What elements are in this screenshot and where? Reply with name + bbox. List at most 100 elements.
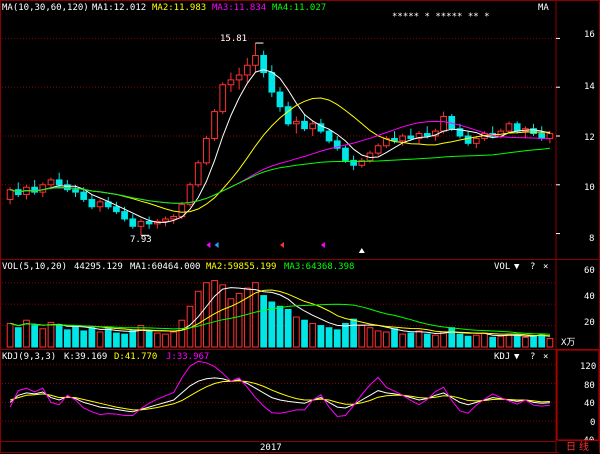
volume-bar [88,327,96,348]
candle-body [325,130,333,142]
volume-bar [358,325,366,348]
volume-bar [178,319,186,348]
price-tick: 12 [584,133,595,143]
ma4-value: MA4:11.027 [272,3,327,13]
volume-bar [170,331,178,348]
candle-body [292,120,300,125]
candle-body [374,145,382,154]
high-price-label: 15.81 [220,34,248,44]
volume-bar [513,334,521,348]
candle-body [472,137,480,144]
candle-body [121,211,128,220]
candle-body [194,162,202,186]
kdj-tick: 0 [590,418,596,428]
candle-body [170,216,178,220]
candle-body [6,189,14,200]
vol-unit-label: X万 [561,338,576,348]
volume-bar [407,332,415,348]
volume-bar [145,330,153,348]
kdj-j-line [9,360,550,418]
volume-bar [440,331,447,348]
volume-bar [47,321,55,348]
candle-body [72,189,79,193]
volume-bar [415,330,423,348]
ma4-line [9,147,550,204]
vol-help-button[interactable]: ? [530,262,535,273]
kdj-close-button[interactable]: × [543,352,548,363]
vol-tick: 20 [584,318,595,328]
signal-arrow [320,242,325,248]
candle-body [145,220,153,225]
volume-bar [162,333,169,348]
kdj-d-line [9,380,550,411]
kdj-help-button[interactable]: ? [530,352,535,363]
candle-body [47,179,55,186]
candle-body [252,54,259,66]
candle-body [88,198,96,208]
signal-arrow [206,242,211,248]
vol-ma2-value: MA2:59855.199 [206,262,277,272]
candle-body [407,135,415,139]
volume-bar [325,327,333,348]
candle-body [129,218,137,227]
volume-bar [121,333,128,348]
vol-ma3-value: MA3:64368.398 [284,262,355,272]
vol-current-value: 44295.129 [74,262,123,272]
volume-bar [219,284,227,348]
signal-markers [206,242,365,253]
volume-bar [464,335,472,348]
candle-body [186,184,194,205]
volume-bar [505,333,513,348]
ma2-line [9,97,550,213]
candle-body [546,133,554,139]
candle-body [342,147,349,161]
volume-bar [14,327,22,348]
volume-bar [432,334,439,348]
vol-close-button[interactable]: × [543,262,548,273]
candle-body [55,179,63,186]
volume-bar [301,319,308,348]
volume-bar [481,332,488,348]
candle-body [440,115,447,132]
candle-body [211,111,218,139]
vol-ma1-value: MA1:60464.000 [130,262,201,272]
candle-body [309,123,317,130]
candle-body [538,133,546,139]
candle-body [268,72,276,93]
volume-bar [522,336,529,348]
vol-panel-tag[interactable]: VOL [494,262,510,273]
volume-bar [374,330,382,348]
main-panel-tag[interactable]: MA [538,3,549,14]
kdj-panel-tag[interactable]: KDJ [494,352,510,363]
vol-dropdown-button[interactable]: ▼ [514,262,519,273]
kdj-k-line [9,377,550,413]
candle-body [203,137,210,164]
volume-bar [80,330,88,348]
volume-bar [546,337,554,348]
candle-body [227,79,235,86]
period-tab[interactable]: 日线 [559,440,599,454]
candlesticks [6,43,554,236]
volume-bar [39,328,47,348]
candle-body [113,206,120,213]
volume-bar [292,316,300,348]
volume-bar [530,335,537,348]
kdj-tick: 40 [584,399,595,409]
outer-border [0,0,600,453]
volume-bar [333,329,341,348]
price-tick: 14 [584,82,595,92]
volume-bar [104,328,112,348]
volume-bar [31,325,38,348]
volume-bar [448,327,456,348]
candle-body [219,84,227,113]
volume-bar [284,309,292,348]
kdj-dropdown-button[interactable]: ▼ [514,352,519,363]
vol-tick: 40 [584,292,595,302]
volume-bar [399,333,407,348]
kdj-tick: 120 [580,362,597,372]
candle-body [423,133,431,137]
candle-body [464,135,472,144]
volume-bar [153,332,161,348]
volume-bar [63,329,71,348]
volume-bar [366,327,374,348]
